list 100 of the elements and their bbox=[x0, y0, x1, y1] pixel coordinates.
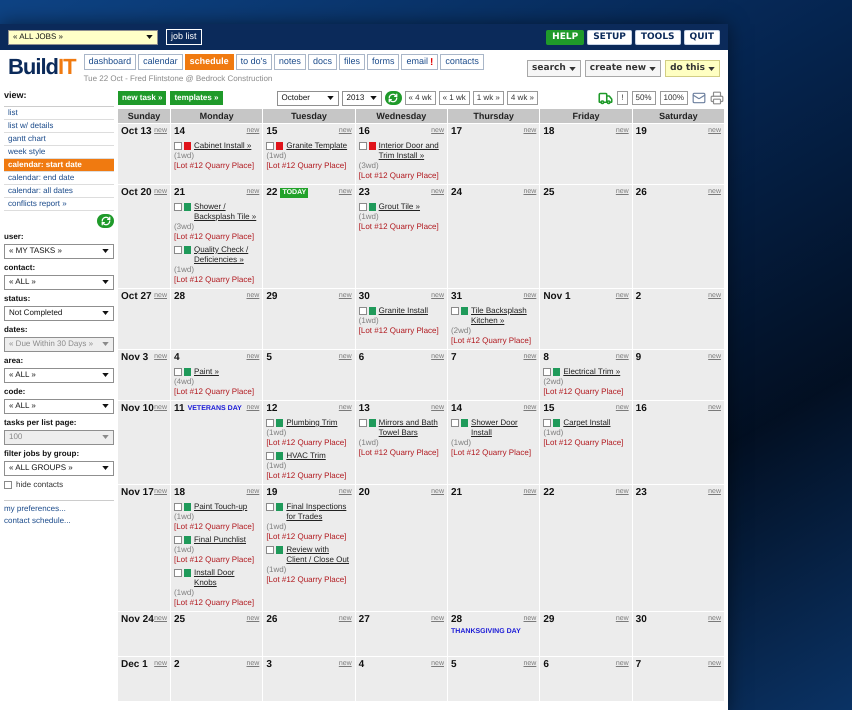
task-checkbox[interactable] bbox=[174, 203, 182, 211]
menu-button[interactable]: create new bbox=[584, 60, 662, 77]
task-checkbox[interactable] bbox=[358, 419, 367, 427]
task-checkbox[interactable] bbox=[451, 307, 459, 315]
view-option[interactable]: gantt chart bbox=[4, 132, 114, 146]
task-checkbox[interactable] bbox=[266, 452, 274, 460]
task-checkbox[interactable] bbox=[174, 503, 182, 511]
task-link[interactable]: Tile Backsplash Kitchen » bbox=[471, 306, 536, 326]
week-step-button[interactable]: 1 wk » bbox=[472, 91, 504, 105]
task-checkbox[interactable] bbox=[266, 142, 274, 150]
task-checkbox[interactable] bbox=[266, 503, 274, 511]
task-checkbox[interactable] bbox=[358, 142, 367, 150]
view-button[interactable]: 50% bbox=[632, 91, 656, 105]
duration-text: (1wd) bbox=[266, 151, 286, 161]
refresh-button[interactable] bbox=[384, 91, 402, 105]
week-step-button[interactable]: « 1 wk bbox=[438, 91, 470, 105]
task-link[interactable]: Mirrors and Bath Towel Bars bbox=[378, 418, 444, 438]
task-checkbox[interactable] bbox=[174, 246, 182, 254]
month-select[interactable]: October bbox=[276, 90, 338, 106]
view-option[interactable]: list bbox=[4, 106, 114, 120]
task-link[interactable]: Paint » bbox=[194, 367, 219, 377]
task-link[interactable]: Review with Client / Close Out bbox=[286, 545, 352, 565]
year-select[interactable]: 2013 bbox=[342, 90, 382, 106]
task-checkbox[interactable] bbox=[543, 419, 552, 427]
header-button[interactable]: QUIT bbox=[684, 30, 720, 44]
truck-icon[interactable] bbox=[598, 90, 614, 106]
header-button[interactable]: SETUP bbox=[587, 30, 632, 44]
view-option[interactable]: list w/ details bbox=[4, 120, 114, 132]
tab[interactable]: contacts bbox=[440, 54, 484, 70]
tab[interactable]: calendar bbox=[138, 54, 183, 70]
task-link[interactable]: Plumbing Trim bbox=[286, 418, 338, 428]
tab[interactable]: files bbox=[338, 54, 365, 70]
location-text: [Lot #12 Quarry Place] bbox=[451, 448, 532, 458]
job-select[interactable]: « ALL JOBS » bbox=[8, 30, 158, 44]
tab[interactable]: email ! bbox=[401, 54, 438, 70]
action-button[interactable]: templates » bbox=[170, 91, 222, 105]
task-checkbox[interactable] bbox=[174, 142, 182, 150]
task-link[interactable]: Shower Door Install bbox=[471, 418, 536, 438]
day-number: 5 bbox=[451, 659, 457, 671]
duration-text: (1wd) bbox=[358, 316, 379, 326]
tab[interactable]: schedule bbox=[184, 54, 234, 70]
task-checkbox[interactable] bbox=[451, 419, 459, 427]
tab[interactable]: forms bbox=[366, 54, 400, 70]
header-button[interactable]: HELP bbox=[546, 30, 584, 44]
printer-icon[interactable] bbox=[710, 91, 724, 105]
task-link[interactable]: Paint Touch-up bbox=[194, 502, 248, 512]
view-button[interactable]: 100% bbox=[660, 91, 688, 105]
task-link[interactable]: Quality Check / Deficiencies » bbox=[194, 245, 260, 265]
tab[interactable]: docs bbox=[308, 54, 337, 70]
task-link[interactable]: Shower / Backsplash Tile » bbox=[194, 202, 260, 222]
mail-icon[interactable] bbox=[692, 91, 706, 105]
task-checkbox[interactable] bbox=[358, 307, 367, 315]
filter-select[interactable]: « ALL » bbox=[4, 274, 114, 290]
task-link[interactable]: Interior Door and Trim Install » bbox=[378, 141, 444, 161]
menu-button[interactable]: do this bbox=[665, 60, 720, 77]
task-link[interactable]: Final Punchlist bbox=[194, 535, 246, 545]
tab[interactable]: notes bbox=[274, 54, 306, 70]
action-button[interactable]: new task » bbox=[118, 91, 166, 105]
filter-select[interactable]: « ALL » bbox=[4, 368, 114, 382]
task-link[interactable]: HVAC Trim bbox=[286, 451, 326, 461]
header-button[interactable]: TOOLS bbox=[634, 30, 681, 44]
task-checkbox[interactable] bbox=[358, 203, 367, 211]
day-number: 18 bbox=[543, 126, 554, 138]
sidebar-link[interactable]: contact schedule... bbox=[4, 514, 114, 526]
day-number: 29 bbox=[543, 614, 554, 626]
task-link[interactable]: Granite Install bbox=[378, 306, 428, 316]
tab[interactable]: dashboard bbox=[84, 54, 136, 70]
task-checkbox[interactable] bbox=[266, 546, 274, 554]
task-checkbox[interactable] bbox=[266, 419, 274, 427]
task-link[interactable]: Install Door Knobs bbox=[194, 568, 260, 588]
task-link[interactable]: Carpet Install bbox=[563, 418, 610, 428]
view-option[interactable]: calendar: all dates bbox=[4, 184, 114, 198]
day-number: 26 bbox=[266, 614, 278, 626]
view-option[interactable]: conflicts report » bbox=[4, 198, 114, 210]
refresh-button[interactable] bbox=[97, 214, 114, 228]
hide-contacts-checkbox[interactable] bbox=[4, 480, 12, 488]
view-option[interactable]: calendar: end date bbox=[4, 172, 114, 184]
task-link[interactable]: Cabinet Install » bbox=[194, 141, 252, 151]
week-step-button[interactable]: 4 wk » bbox=[506, 91, 538, 105]
menu-button[interactable]: search bbox=[527, 60, 581, 77]
sidebar-link[interactable]: my preferences... bbox=[4, 502, 114, 514]
task-checkbox[interactable] bbox=[174, 569, 182, 577]
task-link[interactable]: Electrical Trim » bbox=[563, 367, 620, 377]
filter-select[interactable]: « ALL » bbox=[4, 398, 114, 414]
view-option[interactable]: calendar: start date bbox=[4, 158, 114, 172]
view-button[interactable]: ! bbox=[617, 91, 628, 105]
task-checkbox[interactable] bbox=[543, 368, 552, 376]
task-link[interactable]: Granite Template bbox=[286, 141, 348, 151]
tab[interactable]: to do's bbox=[236, 54, 272, 70]
task-checkbox[interactable] bbox=[174, 536, 182, 544]
filter-select[interactable]: « MY TASKS » bbox=[4, 244, 114, 258]
job-list-button[interactable]: job list bbox=[166, 29, 202, 45]
filter-select[interactable]: Not Completed bbox=[4, 306, 114, 320]
view-option[interactable]: week style bbox=[4, 146, 114, 158]
filter-label: contact: bbox=[4, 262, 36, 274]
week-step-button[interactable]: « 4 wk bbox=[404, 91, 436, 105]
filter-select[interactable]: « ALL GROUPS » bbox=[4, 460, 114, 476]
task-checkbox[interactable] bbox=[174, 368, 182, 376]
task-link[interactable]: Final Inspections for Trades bbox=[286, 502, 352, 522]
task-link[interactable]: Grout Tile » bbox=[378, 202, 420, 212]
